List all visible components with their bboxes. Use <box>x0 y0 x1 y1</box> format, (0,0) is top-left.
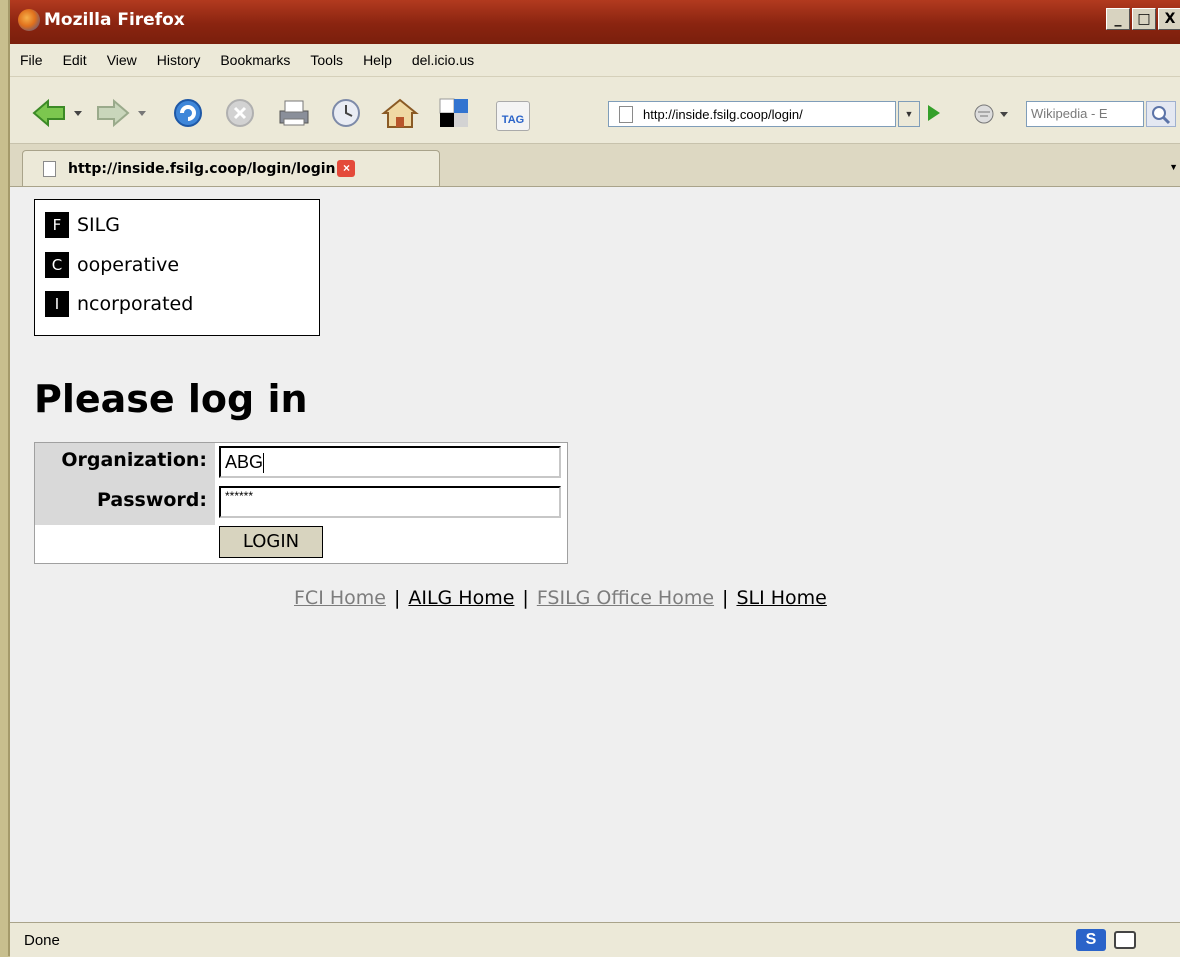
back-icon[interactable] <box>30 97 88 129</box>
tag-icon[interactable]: TAG <box>496 101 530 131</box>
ailg-home-link[interactable]: AILG Home <box>408 587 514 609</box>
menu-file[interactable]: File <box>10 52 53 68</box>
logo-word: SILG <box>77 214 120 236</box>
wikipedia-engine-icon[interactable] <box>970 103 1022 125</box>
organization-label: Organization: <box>61 449 207 471</box>
menu-bookmarks[interactable]: Bookmarks <box>210 52 300 68</box>
tab-close-icon[interactable]: × <box>337 160 356 177</box>
login-form: Organization: Password: ABG ****** LOGIN <box>34 442 568 564</box>
logo-row: I ncorporated <box>45 291 193 317</box>
stop-icon[interactable] <box>222 97 258 129</box>
navigation-toolbar: TAG http://inside.fsilg.coop/login/ ▼ Wi… <box>10 77 1180 144</box>
tab-title: http://inside.fsilg.coop/login/login <box>68 160 336 177</box>
print-icon[interactable] <box>274 97 314 129</box>
window-controls: _ □ X <box>1106 8 1180 30</box>
menu-delicious[interactable]: del.icio.us <box>402 52 484 68</box>
chat-status-icon[interactable] <box>1114 931 1136 949</box>
menu-tools[interactable]: Tools <box>300 52 353 68</box>
menu-bar: File Edit View History Bookmarks Tools H… <box>10 44 1180 77</box>
home-icon[interactable] <box>380 97 420 129</box>
logo-letter: C <box>45 252 69 278</box>
forward-icon[interactable] <box>94 97 152 129</box>
link-separator: | <box>522 587 529 609</box>
logo-letter: F <box>45 212 69 238</box>
search-button[interactable] <box>1146 101 1176 127</box>
delicious-icon[interactable] <box>438 97 472 129</box>
reload-icon[interactable] <box>170 97 206 129</box>
organization-field[interactable]: ABG <box>219 446 561 478</box>
history-icon[interactable] <box>328 97 364 129</box>
window-title: Mozilla Firefox <box>44 10 185 30</box>
logo-row: C ooperative <box>45 252 179 278</box>
page-icon <box>619 105 633 123</box>
menu-view[interactable]: View <box>97 52 147 68</box>
password-field[interactable]: ****** <box>219 486 561 518</box>
text-caret <box>263 453 265 474</box>
menu-edit[interactable]: Edit <box>53 52 97 68</box>
page-title: Please log in <box>34 377 308 421</box>
fsilg-logo: F SILG C ooperative I ncorporated <box>34 199 320 336</box>
status-bar: Done S <box>10 922 1180 957</box>
logo-row: F SILG <box>45 212 120 238</box>
search-input[interactable]: Wikipedia - E <box>1026 101 1144 127</box>
logo-letter: I <box>45 291 69 317</box>
title-bar: Mozilla Firefox _ □ X <box>10 0 1180 44</box>
menu-help[interactable]: Help <box>353 52 402 68</box>
page-content: F SILG C ooperative I ncorporated Please… <box>10 187 1180 922</box>
firefox-logo-icon <box>18 9 40 31</box>
menu-history[interactable]: History <box>147 52 211 68</box>
url-bar[interactable]: http://inside.fsilg.coop/login/ <box>608 101 896 127</box>
tab-page-icon <box>43 160 56 177</box>
url-text: http://inside.fsilg.coop/login/ <box>643 106 803 122</box>
tab-list-icon[interactable]: ▼ <box>1169 162 1178 172</box>
tag-label: TAG <box>501 114 525 126</box>
url-dropdown-button[interactable]: ▼ <box>898 101 920 127</box>
logo-word: ooperative <box>77 254 180 276</box>
browser-window: Mozilla Firefox _ □ X File Edit View His… <box>8 0 1180 957</box>
organization-value: ABG <box>225 452 264 472</box>
minimize-button[interactable]: _ <box>1106 8 1130 30</box>
link-separator: | <box>722 587 729 609</box>
label-column: Organization: Password: <box>35 443 215 525</box>
tab-login[interactable]: http://inside.fsilg.coop/login/login × <box>22 150 440 186</box>
magnifier-icon <box>1152 106 1171 125</box>
link-separator: | <box>393 587 401 609</box>
fsilg-office-home-link[interactable]: FSILG Office Home <box>537 587 714 609</box>
fci-home-link[interactable]: FCI Home <box>294 587 386 609</box>
sync-status-icon[interactable]: S <box>1076 929 1106 951</box>
password-label: Password: <box>96 489 207 511</box>
tab-bar: http://inside.fsilg.coop/login/login × ▼ <box>10 144 1180 187</box>
login-button[interactable]: LOGIN <box>219 526 323 558</box>
status-text: Done <box>24 932 60 949</box>
password-value: ****** <box>225 489 254 503</box>
close-button[interactable]: X <box>1158 8 1180 30</box>
go-icon[interactable] <box>928 105 940 121</box>
footer-links: FCI Home | AILG Home | FSILG Office Home | SLI… <box>294 587 827 609</box>
logo-word: ncorporated <box>77 293 194 315</box>
search-box: Wikipedia - E <box>970 101 1180 127</box>
maximize-button[interactable]: □ <box>1132 8 1156 30</box>
sli-home-link[interactable]: SLI Home <box>736 587 826 609</box>
